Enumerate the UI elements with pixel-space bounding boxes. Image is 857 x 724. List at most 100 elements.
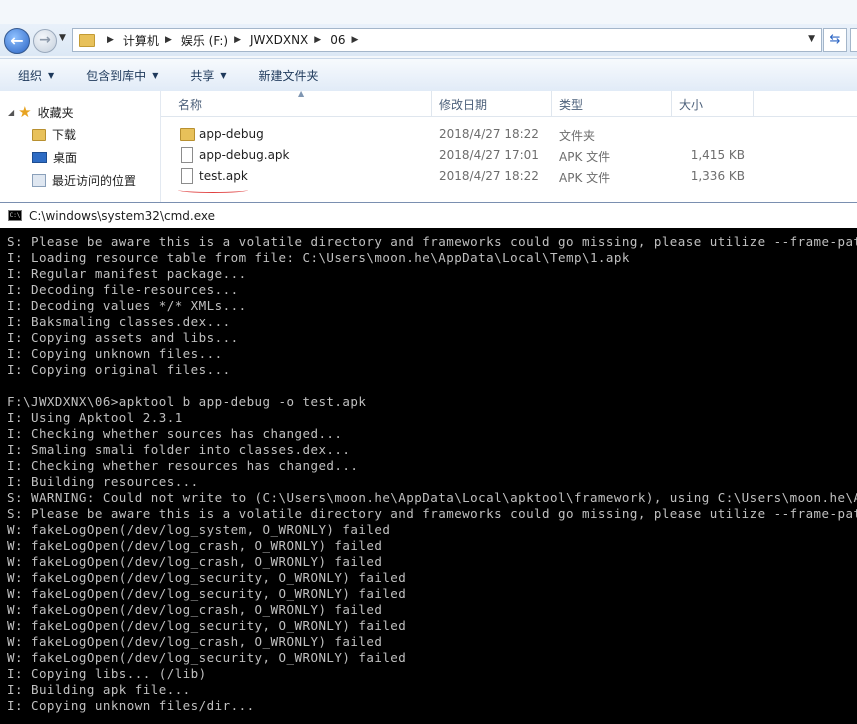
cmd-title-bar[interactable]: C:\ C:\windows\system32\cmd.exe: [0, 203, 857, 228]
breadcrumb-drive[interactable]: 娱乐 (F:) ▶: [181, 32, 250, 49]
file-size: 1,336 KB: [690, 169, 745, 183]
chevron-down-icon: ▼: [59, 33, 66, 43]
file-row[interactable]: app-debug 2018/4/27 18:22 文件夹: [161, 124, 857, 145]
chevron-right-icon: ▶: [234, 35, 241, 45]
console-line: I: Checking whether sources has changed.…: [7, 426, 343, 441]
console-output[interactable]: S: Please be aware this is a volatile di…: [7, 234, 857, 724]
console-line: S: WARNING: Could not write to (C:\Users…: [7, 490, 857, 505]
breadcrumb-computer[interactable]: 计算机 ▶: [123, 32, 181, 49]
file-name: app-debug: [199, 127, 264, 141]
console-line: W: fakeLogOpen(/dev/log_security, O_WRON…: [7, 570, 407, 585]
chevron-down-icon: ▼: [808, 34, 815, 44]
organize-button[interactable]: 组织 ▼: [18, 67, 54, 84]
console-line: I: Baksmaling classes.dex...: [7, 314, 231, 329]
collapse-icon[interactable]: ◢: [8, 108, 14, 117]
console-line: W: fakeLogOpen(/dev/log_security, O_WRON…: [7, 650, 407, 665]
console-line: W: fakeLogOpen(/dev/log_crash, O_WRONLY)…: [7, 602, 383, 617]
nav-favorites[interactable]: ◢ ★ 收藏夹: [8, 103, 74, 121]
sort-ascending-icon: ▲: [298, 89, 305, 98]
chevron-right-icon: ▶: [164, 35, 172, 45]
console-line: S: Please be aware this is a volatile di…: [7, 234, 857, 249]
explorer-window: ← → ▼ ▶ 计算机 ▶ 娱乐 (F:) ▶ JWXDXNX ▶ 06 ▶ ▼ ⇆ 组…: [0, 0, 857, 210]
search-input[interactable]: [850, 28, 857, 52]
refresh-button[interactable]: ⇆: [823, 28, 847, 52]
console-line: I: Building apk file...: [7, 682, 191, 697]
new-folder-button[interactable]: 新建文件夹: [259, 67, 319, 84]
console-line: W: fakeLogOpen(/dev/log_security, O_WRON…: [7, 586, 407, 601]
column-divider[interactable]: [431, 91, 432, 116]
file-date: 2018/4/27 17:01: [439, 148, 539, 162]
column-divider[interactable]: [671, 91, 672, 116]
console-line: W: fakeLogOpen(/dev/log_security, O_WRON…: [7, 618, 407, 633]
file-icon: [181, 168, 193, 184]
console-line: I: Loading resource table from file: C:\…: [7, 250, 630, 265]
console-line: I: Smaling smali folder into classes.dex…: [7, 442, 351, 457]
column-header-name[interactable]: 名称: [178, 96, 202, 113]
breadcrumb-current[interactable]: 06 ▶: [330, 33, 367, 47]
downloads-folder-icon: [32, 128, 46, 141]
column-divider[interactable]: [753, 91, 754, 116]
back-button[interactable]: ←: [4, 28, 30, 54]
star-icon: ★: [18, 103, 32, 121]
console-line: I: Decoding values */* XMLs...: [7, 298, 247, 313]
console-line: I: Regular manifest package...: [7, 266, 247, 281]
nav-item-downloads[interactable]: 下载: [32, 126, 76, 143]
address-bar[interactable]: ▶ 计算机 ▶ 娱乐 (F:) ▶ JWXDXNX ▶ 06 ▶ ▼: [72, 28, 822, 52]
breadcrumb-root-separator[interactable]: ▶: [101, 35, 123, 45]
file-type: APK 文件: [559, 150, 611, 164]
column-header-size[interactable]: 大小: [679, 96, 703, 113]
address-dropdown[interactable]: ▼: [808, 34, 815, 44]
console-line: I: Building resources...: [7, 474, 199, 489]
chevron-right-icon: ▶: [314, 35, 322, 45]
file-date: 2018/4/27 18:22: [439, 169, 539, 183]
share-button[interactable]: 共享 ▼: [190, 67, 226, 84]
file-date: 2018/4/27 18:22: [439, 127, 539, 141]
include-in-library-button[interactable]: 包含到库中 ▼: [86, 67, 158, 84]
red-underline-annotation: [178, 187, 248, 193]
forward-button[interactable]: →: [33, 29, 57, 53]
nav-item-desktop[interactable]: 桌面: [32, 149, 77, 166]
file-row[interactable]: app-debug.apk 2018/4/27 17:01 APK 文件 1,4…: [161, 145, 857, 166]
file-type: 文件夹: [559, 129, 596, 143]
console-line: W: fakeLogOpen(/dev/log_crash, O_WRONLY)…: [7, 538, 383, 553]
console-line: I: Decoding file-resources...: [7, 282, 239, 297]
nav-item-recent-places[interactable]: 最近访问的位置: [32, 172, 136, 189]
cmd-icon: C:\: [8, 210, 22, 221]
file-list: ▲ 名称 修改日期 类型 大小 app-debug 2018/4/27 18:2…: [161, 89, 857, 209]
breadcrumb-folder[interactable]: JWXDXNX ▶: [250, 33, 330, 47]
console-line: I: Copying original files...: [7, 362, 231, 377]
console-line: S: Please be aware this is a volatile di…: [7, 506, 857, 521]
column-header-date[interactable]: 修改日期: [439, 96, 487, 113]
chevron-down-icon: ▼: [220, 70, 227, 80]
chevron-down-icon: ▼: [48, 70, 55, 80]
recent-pages-dropdown[interactable]: ▼: [59, 33, 66, 43]
refresh-icon: ⇆: [829, 32, 841, 47]
folder-icon: [180, 128, 195, 141]
file-row[interactable]: test.apk 2018/4/27 18:22 APK 文件 1,336 KB: [161, 166, 857, 187]
file-name: app-debug.apk: [199, 148, 290, 162]
file-size: 1,415 KB: [690, 148, 745, 162]
column-header-type[interactable]: 类型: [559, 96, 583, 113]
back-arrow-icon: ←: [10, 31, 24, 50]
console-line: W: fakeLogOpen(/dev/log_system, O_WRONLY…: [7, 522, 391, 537]
cmd-title: C:\windows\system32\cmd.exe: [29, 208, 215, 223]
chevron-right-icon: ▶: [107, 35, 114, 45]
desktop-icon: [32, 152, 47, 163]
console-line: I: Copying libs... (/lib): [7, 666, 207, 681]
console-line: I: Copying assets and libs...: [7, 330, 239, 345]
console-line: F:\JWXDXNX\06>apktool b app-debug -o tes…: [7, 394, 367, 409]
column-headers: ▲ 名称 修改日期 类型 大小: [161, 89, 857, 117]
console-line: I: Using Apktool 2.3.1: [7, 410, 183, 425]
file-icon: [181, 147, 193, 163]
command-bar: 组织 ▼ 包含到库中 ▼ 共享 ▼ 新建文件夹: [0, 58, 857, 92]
console-line: I: Copying unknown files...: [7, 346, 223, 361]
folder-icon: [79, 33, 95, 47]
console-line: I: Copying unknown files/dir...: [7, 698, 255, 713]
chevron-down-icon: ▼: [152, 70, 159, 80]
address-row: ← → ▼ ▶ 计算机 ▶ 娱乐 (F:) ▶ JWXDXNX ▶ 06 ▶ ▼ ⇆: [0, 24, 857, 56]
console-line: W: fakeLogOpen(/dev/log_crash, O_WRONLY)…: [7, 554, 383, 569]
column-divider[interactable]: [551, 91, 552, 116]
chevron-right-icon: ▶: [351, 35, 359, 45]
cmd-window: C:\ C:\windows\system32\cmd.exe S: Pleas…: [0, 202, 857, 724]
